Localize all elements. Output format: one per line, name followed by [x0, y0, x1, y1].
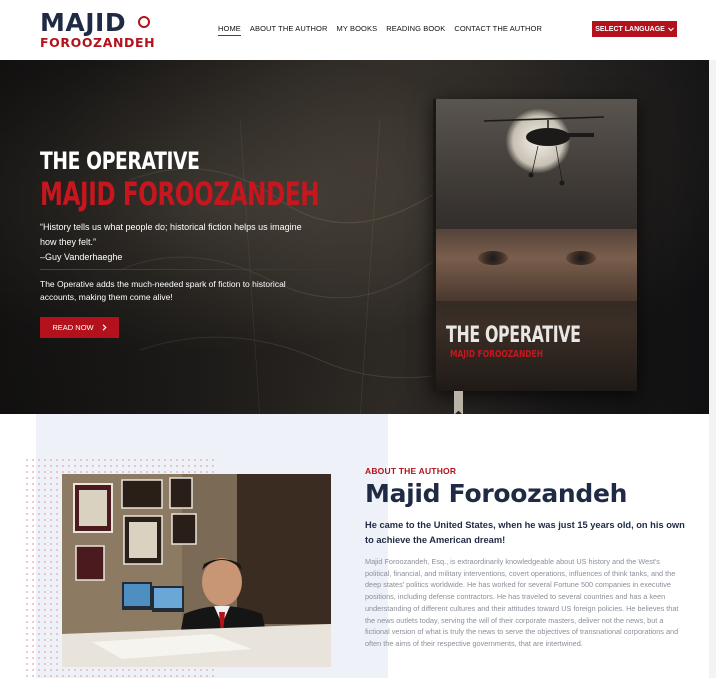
read-now-label: READ NOW: [52, 323, 94, 332]
nav-item-my-books[interactable]: MY BOOKS: [337, 24, 378, 36]
logo-mark-icon: [138, 16, 150, 28]
page-scrollbar[interactable]: [709, 60, 716, 678]
hero-subtitle: MAJID FOROOZANDEH: [40, 175, 320, 213]
select-language-label: SELECT LANGUAGE: [595, 25, 665, 33]
main-nav: HOME ABOUT THE AUTHOR MY BOOKS READING B…: [218, 24, 542, 36]
logo-top-text: MAJID: [40, 8, 127, 37]
hero-quote-author: –Guy Vanderhaeghe: [40, 252, 123, 262]
hero-quote-text: “History tells us what people do; histor…: [40, 222, 302, 247]
hero-title: THE OPERATIVE: [40, 147, 200, 175]
site-header: MAJID FOROOZANDEH HOME ABOUT THE AUTHOR …: [0, 0, 716, 60]
hero-divider: [40, 269, 340, 270]
read-now-button[interactable]: READ NOW: [40, 317, 119, 338]
author-photo-illustration: [62, 474, 331, 667]
site-logo[interactable]: MAJID FOROOZANDEH: [40, 8, 156, 50]
book-ribbon: [454, 391, 463, 414]
book-cover[interactable]: THE OPERATIVE MAJID FOROOZANDEH: [433, 99, 637, 391]
book-cover-eye-left: [478, 251, 508, 265]
nav-item-about-the-author[interactable]: ABOUT THE AUTHOR: [250, 24, 328, 36]
book-cover-author: MAJID FOROOZANDEH: [450, 349, 543, 360]
book-cover-eyes: [436, 229, 637, 301]
author-photo: [62, 474, 331, 667]
nav-item-reading-book[interactable]: READING BOOK: [386, 24, 445, 36]
about-author-name: Majid Foroozandeh: [365, 479, 628, 508]
book-cover-title: THE OPERATIVE: [446, 323, 581, 348]
hero-description: The Operative adds the much-needed spark…: [40, 279, 286, 302]
logo-bottom-text: FOROOZANDEH: [40, 35, 156, 50]
select-language-button[interactable]: SELECT LANGUAGE: [592, 21, 677, 37]
hero-quote: “History tells us what people do; histor…: [40, 220, 320, 265]
about-lead-text: He came to the United States, when he wa…: [365, 520, 685, 545]
nav-item-home[interactable]: HOME: [218, 24, 241, 36]
book-cover-eye-right: [566, 251, 596, 265]
hero-section: THE OPERATIVE MAJID FOROOZANDEH “History…: [0, 60, 709, 414]
about-body-text: Majid Foroozandeh, Esq., is extraordinar…: [365, 557, 679, 648]
helicopter-icon: [483, 116, 605, 186]
chevron-right-icon: [102, 324, 107, 331]
about-section-label: ABOUT THE AUTHOR: [365, 466, 457, 476]
nav-item-contact-the-author[interactable]: CONTACT THE AUTHOR: [454, 24, 542, 36]
chevron-down-icon: [667, 27, 674, 31]
